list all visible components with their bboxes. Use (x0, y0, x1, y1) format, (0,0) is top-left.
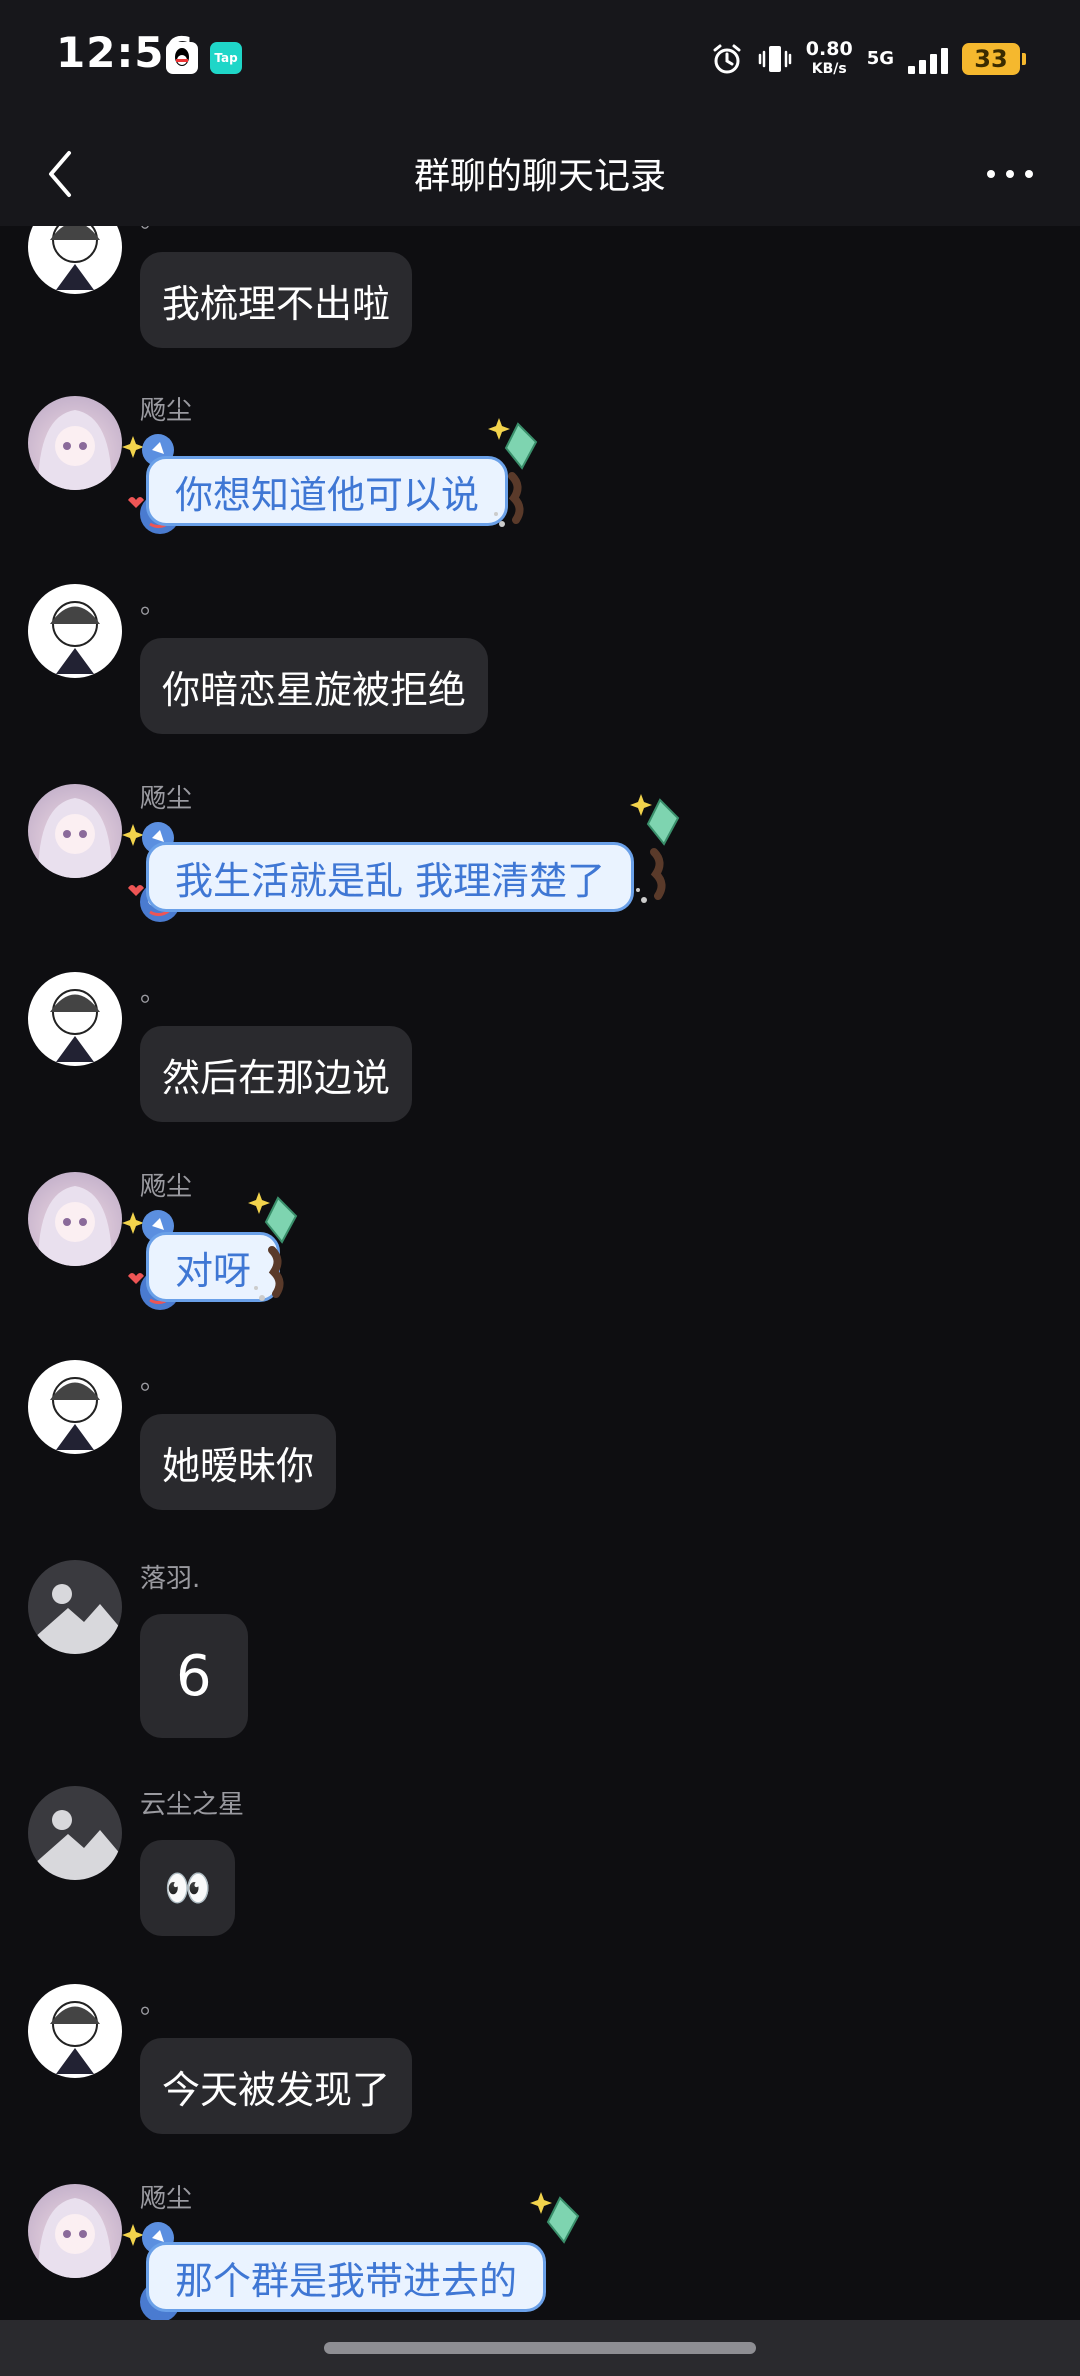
sender-name: 。 (140, 978, 167, 1008)
speed-value: 0.80 (805, 38, 853, 60)
avatar[interactable] (28, 2184, 122, 2278)
qq-icon (166, 42, 198, 74)
back-button[interactable] (30, 144, 90, 204)
message-bubble[interactable]: 👀 (140, 1840, 236, 1936)
vibrate-icon (758, 46, 792, 72)
default-avatar-icon (28, 1584, 122, 1654)
sender-name: 。 (140, 1990, 167, 2020)
message-bubble[interactable]: 你暗恋星旋被拒绝 (140, 638, 489, 734)
avatar[interactable] (28, 226, 122, 294)
sender-name: 飏尘 (140, 396, 193, 426)
sticker-right-icon (530, 2192, 580, 2244)
battery-level: 33 (974, 45, 1008, 73)
network-speed: 0.80 KB/s (806, 39, 853, 79)
message-bubble[interactable]: 6 (140, 1614, 248, 1738)
battery-icon: 33 (962, 43, 1026, 75)
more-dots-icon (987, 170, 1033, 178)
avatar[interactable] (28, 1172, 122, 1266)
page-title: 群聊的聊天记录 (413, 156, 666, 197)
default-avatar-icon (28, 1810, 122, 1880)
sender-name: 飏尘 (140, 1172, 193, 1202)
sender-name: 。 (140, 226, 166, 235)
message-bubble[interactable]: 你想知道他可以说 (146, 456, 509, 526)
chat-list[interactable]: 。 我梳理不出啦 飏尘 你想知道他可以说 。 你暗恋星旋被拒绝 (0, 226, 1080, 2320)
avatar[interactable] (28, 784, 122, 878)
message-bubble[interactable]: 今天被发现了 (140, 2038, 413, 2134)
message-bubble[interactable]: 那个群是我带进去的 (146, 2242, 547, 2312)
sender-name: 飏尘 (140, 784, 193, 814)
alarm-icon (713, 44, 741, 74)
avatar[interactable] (28, 1360, 122, 1454)
taptap-icon: Tap (210, 42, 242, 74)
more-button[interactable] (970, 144, 1050, 204)
avatar[interactable] (28, 972, 122, 1066)
sender-name: 落羽. (140, 1564, 201, 1594)
status-bar: 12:56 Tap 0.80 KB/s 5G 33 (0, 0, 1080, 120)
avatar[interactable] (28, 1560, 122, 1654)
navigation-bar (0, 2320, 1080, 2376)
message-bubble[interactable]: 我梳理不出啦 (140, 252, 413, 348)
sender-name: 。 (140, 590, 167, 620)
avatar[interactable] (28, 584, 122, 678)
message-bubble[interactable]: 她暧昧你 (140, 1414, 337, 1510)
avatar[interactable] (28, 396, 122, 490)
sender-name: 云尘之星 (140, 1790, 245, 1820)
home-indicator[interactable] (324, 2342, 756, 2354)
message-bubble[interactable]: 我生活就是乱 我理清楚了 (146, 842, 635, 912)
status-indicators: 0.80 KB/s 5G 33 (710, 34, 1026, 84)
avatar[interactable] (28, 1786, 122, 1880)
sender-name: 飏尘 (140, 2184, 193, 2214)
network-type: 5G (866, 48, 894, 69)
sender-name: 。 (140, 1366, 167, 1396)
sticker-right-icon (630, 794, 680, 903)
sticker-right-icon (248, 1192, 298, 1301)
chevron-left-icon (49, 151, 71, 197)
sticker-right-icon (488, 418, 538, 527)
speed-unit: KB/s (811, 61, 847, 77)
chat-header: 群聊的聊天记录 (0, 120, 1080, 226)
message-bubble[interactable]: 然后在那边说 (140, 1026, 413, 1122)
avatar[interactable] (28, 1984, 122, 2078)
signal-icon (908, 44, 948, 74)
